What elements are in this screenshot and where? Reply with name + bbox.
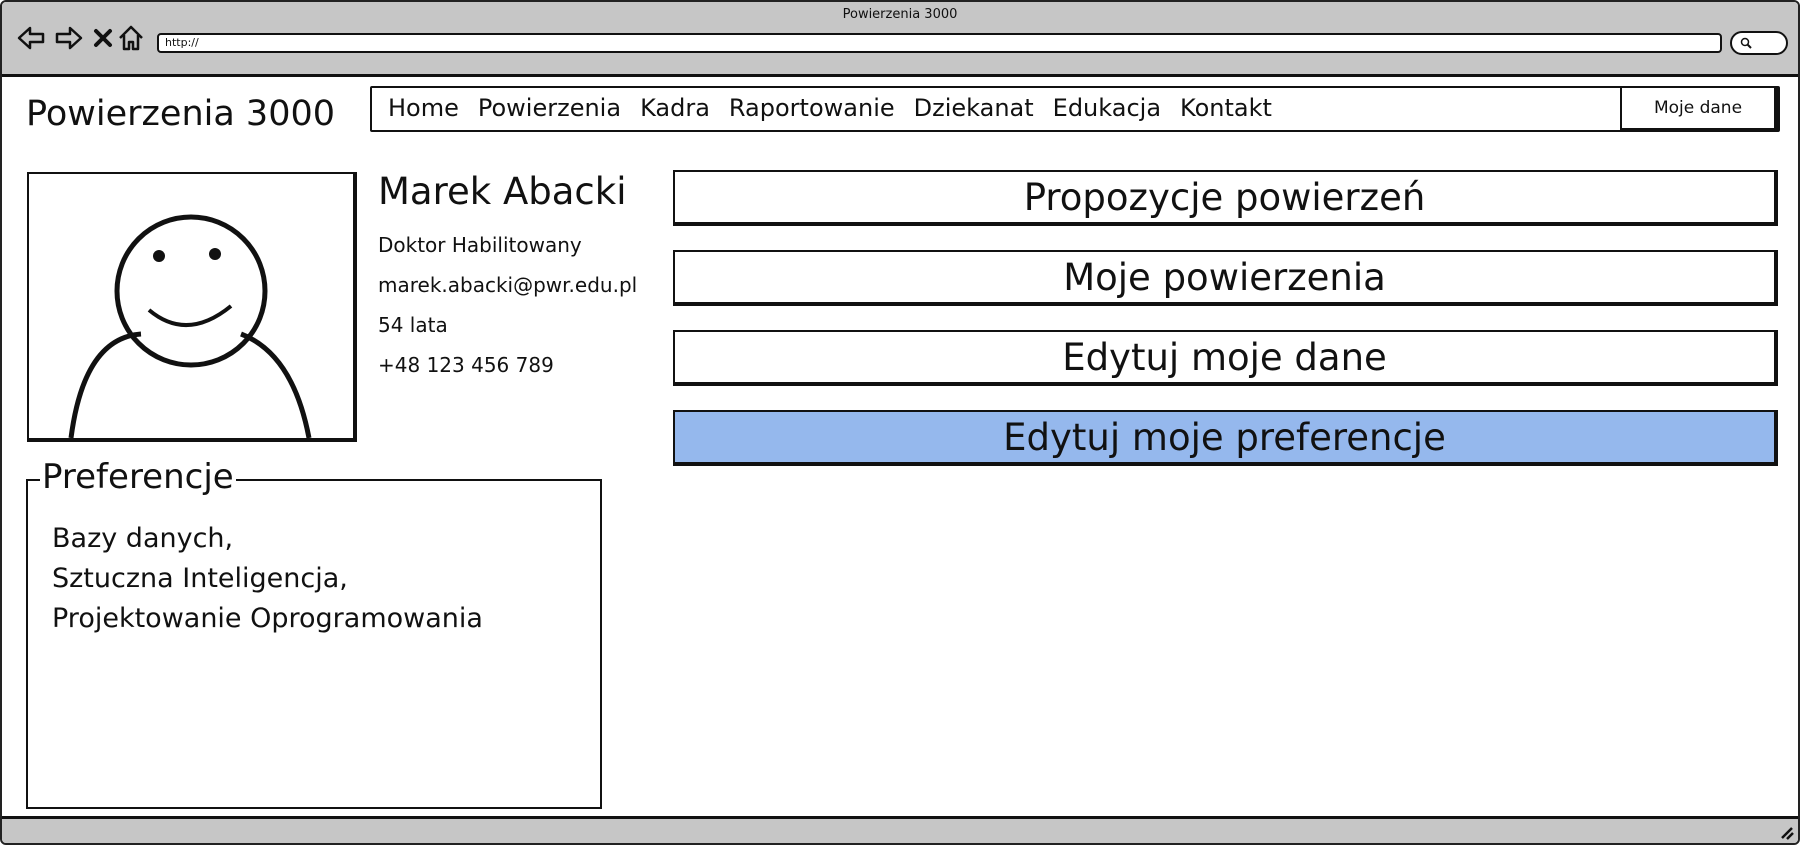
- profile-info: Marek Abacki Doktor Habilitowany marek.a…: [378, 170, 637, 385]
- preferences-legend: Preferencje: [40, 457, 236, 497]
- menu-item-dziekanat[interactable]: Dziekanat: [914, 94, 1034, 122]
- resize-grip-icon[interactable]: [1779, 825, 1795, 841]
- menu-item-raportowanie[interactable]: Raportowanie: [729, 94, 895, 122]
- menu-items: Home Powierzenia Kadra Raportowanie Dzie…: [388, 94, 1272, 122]
- browser-title: Powierzenia 3000: [842, 7, 958, 22]
- stop-icon[interactable]: [88, 23, 118, 53]
- preference-item: Bazy danych,: [52, 523, 234, 554]
- home-icon[interactable]: [116, 23, 146, 53]
- preference-item: Sztuczna Inteligencja,: [52, 563, 348, 594]
- browser-titlebar: Powierzenia 3000 http://: [2, 2, 1798, 77]
- browser-search-field[interactable]: [1730, 31, 1788, 55]
- preferences-panel: Preferencje Bazy danych, Sztuczna Inteli…: [26, 457, 602, 809]
- menu-item-home[interactable]: Home: [388, 94, 459, 122]
- menu-item-edukacja[interactable]: Edukacja: [1053, 94, 1161, 122]
- moje-powierzenia-button[interactable]: Moje powierzenia: [673, 250, 1778, 306]
- moje-dane-button[interactable]: Moje dane: [1620, 88, 1778, 132]
- browser-window: Powierzenia 3000 http:// Powierzenia 300…: [0, 0, 1800, 845]
- action-buttons: Propozycje powierzeń Moje powierzenia Ed…: [673, 170, 1778, 490]
- menu-item-kontakt[interactable]: Kontakt: [1180, 94, 1272, 122]
- profile-email[interactable]: marek.abacki@pwr.edu.pl: [378, 265, 637, 305]
- url-field[interactable]: http://: [157, 33, 1722, 53]
- search-icon: [1740, 37, 1752, 49]
- profile-age: 54 lata: [378, 313, 448, 337]
- profile-name: Marek Abacki: [378, 170, 627, 213]
- back-icon[interactable]: [16, 23, 46, 53]
- site-brand[interactable]: Powierzenia 3000: [26, 94, 335, 134]
- propozycje-powierzen-button[interactable]: Propozycje powierzeń: [673, 170, 1778, 226]
- user-placeholder-icon: [68, 214, 312, 439]
- profile-phone: +48 123 456 789: [378, 353, 554, 377]
- preferences-list: Bazy danych, Sztuczna Inteligencja, Proj…: [52, 519, 483, 639]
- edit-my-data-button[interactable]: Edytuj moje dane: [673, 330, 1778, 386]
- forward-icon[interactable]: [54, 23, 84, 53]
- status-bar: [2, 816, 1798, 843]
- menu-item-powierzenia[interactable]: Powierzenia: [478, 94, 621, 122]
- menu-item-kadra[interactable]: Kadra: [640, 94, 710, 122]
- avatar: [27, 172, 357, 442]
- edit-my-preferences-button[interactable]: Edytuj moje preferencje: [673, 410, 1778, 466]
- preference-item: Projektowanie Oprogramowania: [52, 603, 483, 634]
- main-menu: Home Powierzenia Kadra Raportowanie Dzie…: [370, 86, 1780, 132]
- profile-degree: Doktor Habilitowany: [378, 233, 582, 257]
